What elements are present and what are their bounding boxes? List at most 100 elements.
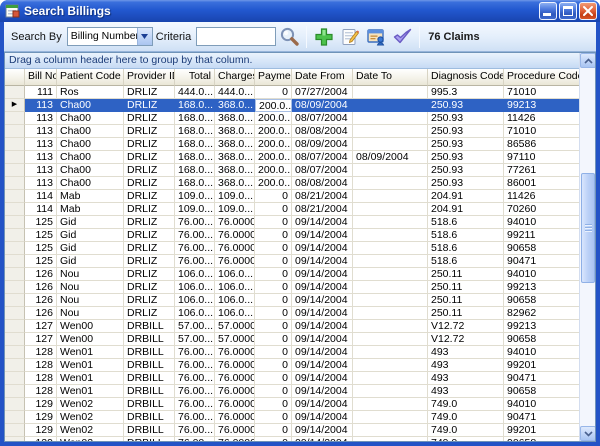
cell[interactable]: 368.0... [215,138,255,151]
cell[interactable]: 250.93 [428,112,504,125]
cell[interactable]: Nou [57,268,124,281]
cell[interactable]: 99211 [504,229,579,242]
row-indicator[interactable] [5,359,25,372]
table-row[interactable]: 127Wen00DRBILL57.00...57.0000009/14/2004… [5,333,579,346]
cell[interactable]: 76.00... [175,359,215,372]
table-row[interactable]: 128Wen01DRBILL76.00...76.0000009/14/2004… [5,372,579,385]
cell[interactable]: 71010 [504,125,579,138]
cell[interactable]: 749.0 [428,424,504,437]
row-indicator[interactable] [5,177,25,190]
table-row[interactable]: 125GidDRLIZ76.00...76.0000009/14/2004518… [5,242,579,255]
cell[interactable]: 0 [255,398,292,411]
cell[interactable]: DRLIZ [124,242,175,255]
table-row[interactable]: 114MabDRLIZ109.0...109.0...008/21/200420… [5,203,579,216]
column-header-date-from[interactable]: Date From [292,69,353,86]
row-indicator[interactable] [5,190,25,203]
cell[interactable]: 493 [428,372,504,385]
vertical-scrollbar[interactable] [579,53,595,441]
cell[interactable]: DRLIZ [124,294,175,307]
cell[interactable]: 99213 [504,320,579,333]
cell[interactable]: 09/14/2004 [292,424,353,437]
cell[interactable]: 0 [255,307,292,320]
cell[interactable]: 76.0000 [215,424,255,437]
row-indicator[interactable] [5,281,25,294]
cell[interactable]: Nou [57,281,124,294]
cell[interactable]: 0 [255,372,292,385]
cell[interactable]: 129 [25,411,57,424]
cell[interactable]: 08/21/2004 [292,203,353,216]
cell[interactable]: 90471 [504,372,579,385]
selected-row-indicator[interactable]: ▶ [5,99,25,112]
cell[interactable]: 97110 [504,151,579,164]
table-row[interactable]: 129Wen02DRBILL76.00...76.0000009/14/2004… [5,437,579,441]
cell[interactable] [353,86,428,99]
cell[interactable]: 250.93 [428,138,504,151]
cell[interactable]: 368.0... [215,112,255,125]
cell[interactable]: Wen01 [57,385,124,398]
cell[interactable] [353,268,428,281]
row-indicator[interactable] [5,385,25,398]
cell[interactable]: Wen02 [57,437,124,441]
cell[interactable]: 09/14/2004 [292,229,353,242]
cell[interactable]: 113 [25,125,57,138]
cell[interactable]: DRBILL [124,346,175,359]
cell[interactable]: 204.91 [428,190,504,203]
post-button[interactable] [390,25,414,49]
titlebar[interactable]: Search Billings [0,0,600,22]
cell[interactable]: DRLIZ [124,125,175,138]
cell[interactable]: 129 [25,437,57,441]
cell[interactable]: 518.6 [428,216,504,229]
cell[interactable]: Gid [57,216,124,229]
column-header-procedure-code[interactable]: Procedure Code [504,69,579,86]
cell[interactable]: 200.0... [255,138,292,151]
row-indicator[interactable] [5,86,25,99]
cell[interactable]: 126 [25,281,57,294]
cell[interactable] [353,229,428,242]
cell[interactable]: 493 [428,385,504,398]
cell[interactable]: 113 [25,177,57,190]
cell[interactable]: 0 [255,385,292,398]
cell[interactable]: 76.0000 [215,242,255,255]
cell[interactable]: 57.0000 [215,333,255,346]
cell[interactable] [353,320,428,333]
cell[interactable] [353,164,428,177]
cell[interactable]: 82962 [504,307,579,320]
cell[interactable]: DRLIZ [124,307,175,320]
cell[interactable]: 111 [25,86,57,99]
table-row[interactable]: 113Cha00DRLIZ168.0...368.0...200.0...08/… [5,112,579,125]
row-indicator[interactable] [5,112,25,125]
cell[interactable]: Wen01 [57,359,124,372]
add-button[interactable] [312,25,336,49]
table-row[interactable]: 126NouDRLIZ106.0...106.0...009/14/200425… [5,268,579,281]
cell[interactable]: Ros [57,86,124,99]
cell[interactable]: V12.72 [428,320,504,333]
cell[interactable] [353,99,428,112]
cell[interactable]: 168.0... [175,112,215,125]
cell[interactable]: 200.0... [255,125,292,138]
cell[interactable]: 128 [25,385,57,398]
cell[interactable]: 128 [25,346,57,359]
cell[interactable]: 09/14/2004 [292,255,353,268]
cell[interactable]: DRLIZ [124,255,175,268]
cell[interactable]: 200.0... [255,164,292,177]
cell[interactable]: Wen01 [57,346,124,359]
cell[interactable]: 57.00... [175,333,215,346]
cell[interactable]: DRBILL [124,424,175,437]
cell[interactable]: 76.00... [175,398,215,411]
cell[interactable]: Cha00 [57,164,124,177]
cell[interactable]: 995.3 [428,86,504,99]
cell[interactable]: 0 [255,333,292,346]
cell[interactable]: DRLIZ [124,203,175,216]
cell[interactable]: 106.0... [175,268,215,281]
cell[interactable]: DRLIZ [124,229,175,242]
cell[interactable]: 94010 [504,398,579,411]
cell[interactable]: DRLIZ [124,164,175,177]
cell[interactable]: 109.0... [215,190,255,203]
cell[interactable]: Wen01 [57,372,124,385]
table-row[interactable]: 113Cha00DRLIZ168.0...368.0...200.0...08/… [5,125,579,138]
cell[interactable]: 07/27/2004 [292,86,353,99]
cell[interactable]: 09/14/2004 [292,359,353,372]
row-indicator[interactable] [5,229,25,242]
cell[interactable]: 99201 [504,359,579,372]
cell[interactable]: 09/14/2004 [292,398,353,411]
